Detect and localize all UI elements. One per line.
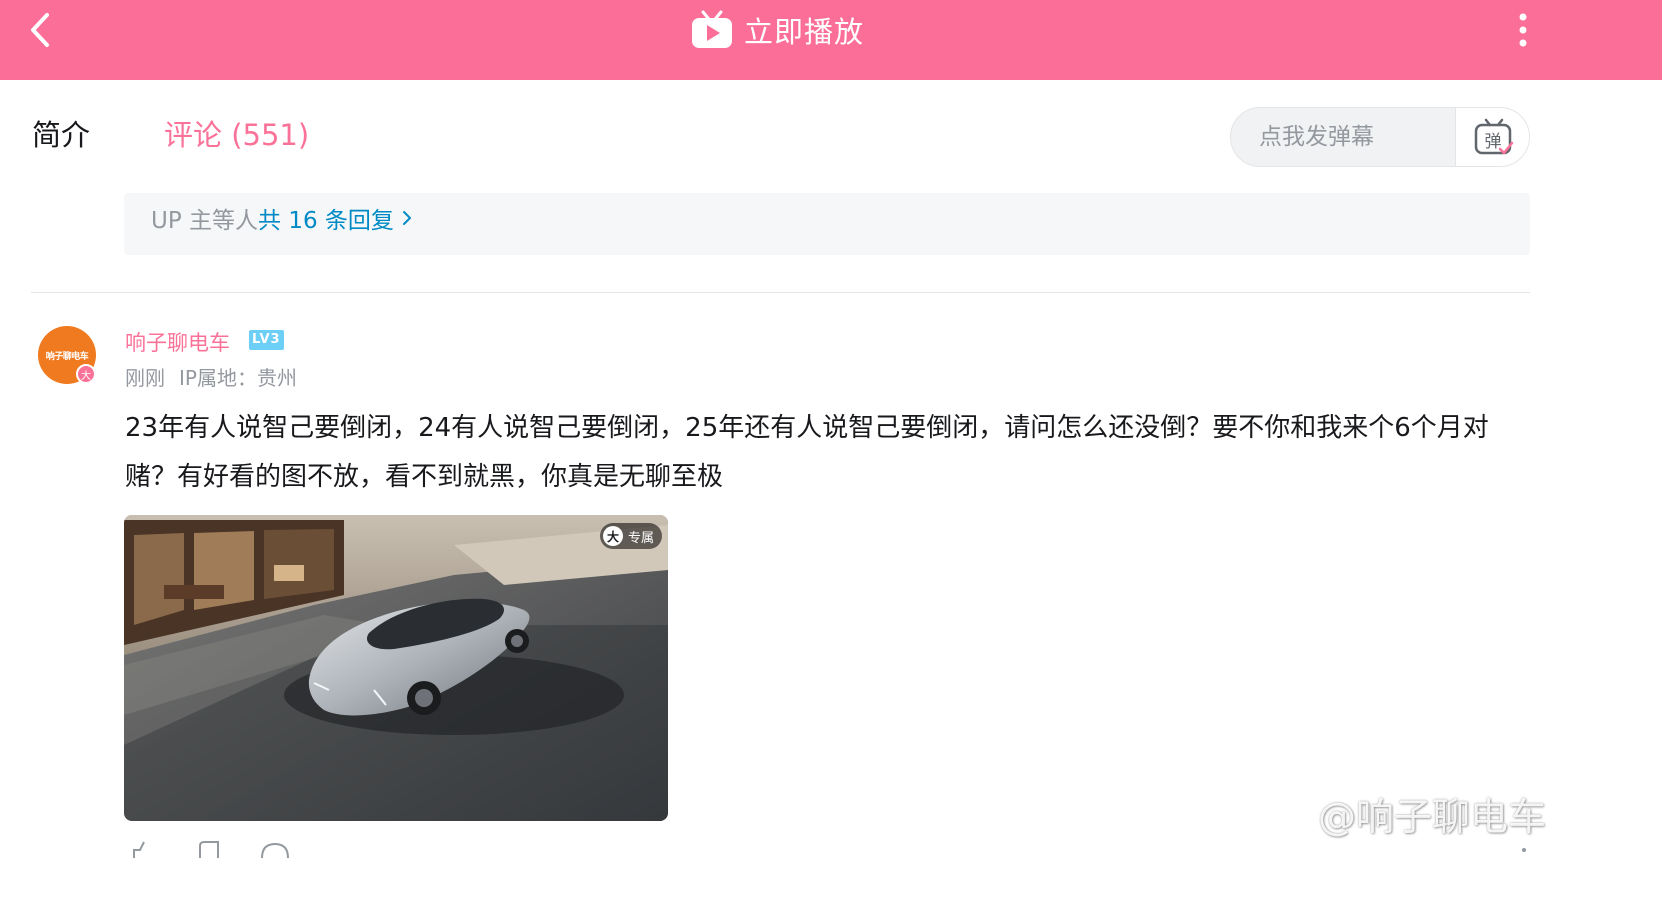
chevron-left-icon	[31, 13, 49, 47]
comment-text: 23年有人说智己要倒闭，24有人说智己要倒闭，25年还有人说智己要倒闭，请问怎么…	[125, 413, 1489, 492]
danmaku-toggle-icon: 弹	[1474, 118, 1513, 155]
play-now-label: 立即播放	[744, 15, 865, 49]
comment-username[interactable]: 响子聊电车	[125, 327, 230, 357]
comment-image[interactable]	[124, 515, 668, 821]
watermark-text: @响子聊电车	[1318, 795, 1547, 839]
comment-time: 刚刚	[125, 366, 165, 390]
comment-more-icon[interactable]	[1509, 838, 1539, 858]
danmaku-input[interactable]	[1231, 108, 1455, 166]
view-replies-link[interactable]: 共 16 条回复	[258, 201, 412, 235]
avatar[interactable]: 响子聊电车 大	[38, 326, 96, 384]
tab-intro[interactable]: 简介	[32, 112, 90, 154]
comment-divider	[31, 292, 1530, 293]
like-icon[interactable]	[128, 838, 158, 858]
more-vertical-icon	[1519, 13, 1527, 47]
exclusive-tag-label: 专属	[628, 530, 655, 546]
reply-summary: UP 主等人 共 16 条回复	[124, 193, 1530, 255]
reply-icon[interactable]	[260, 838, 290, 858]
reply-summary-prefix: UP 主等人	[151, 208, 259, 234]
ip-location: IP属地：贵州	[179, 366, 297, 390]
avatar-badge: 大	[76, 364, 96, 384]
watermark: @响子聊电车	[1250, 786, 1546, 841]
danmaku-toggle-button[interactable]: 弹	[1455, 108, 1529, 166]
tv-play-icon	[692, 10, 732, 48]
more-button[interactable]	[1508, 8, 1538, 52]
car-photo	[124, 515, 668, 821]
top-bar: 立即播放	[0, 0, 1662, 80]
weibo-logo-icon	[1251, 797, 1306, 835]
view-replies-label: 共 16 条回复	[258, 208, 394, 234]
comment-meta: 刚刚 IP属地：贵州	[125, 362, 297, 391]
back-button[interactable]	[20, 8, 60, 52]
tab-comments[interactable]: 评论 (551)	[164, 112, 309, 154]
exclusive-tag: 大 专属	[600, 523, 663, 549]
comment-actions	[124, 838, 1534, 858]
danmaku-bar: 弹	[1230, 107, 1530, 167]
level-badge: LV3	[249, 330, 284, 350]
exclusive-tag-badge: 大	[603, 526, 623, 546]
chevron-right-icon	[402, 211, 411, 225]
play-now-button[interactable]: 立即播放	[690, 6, 864, 54]
dislike-icon[interactable]	[194, 838, 224, 858]
